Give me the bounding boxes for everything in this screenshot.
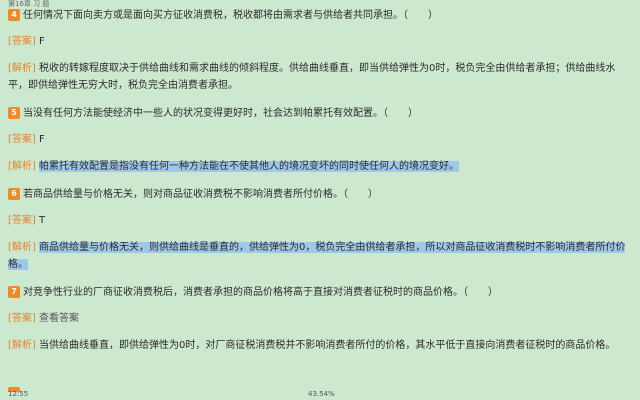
answer-label: [答案] bbox=[8, 36, 36, 47]
analysis-text: 税收的转嫁程度取决于供给曲线和需求曲线的倾斜程度。供给曲线垂直，即当供给弹性为0… bbox=[8, 63, 616, 91]
answer-4: [答案] F bbox=[8, 34, 630, 50]
answer-label: [答案] bbox=[8, 313, 36, 324]
answer-7: [答案] 查看答案 bbox=[8, 311, 630, 327]
analysis-7: [解析] 当供给曲线垂直，即供给弹性为0时，对厂商征税消费税并不影响消费者所付的… bbox=[8, 337, 630, 354]
question-5: 5 当没有任何方法能使经济中一些人的状况变得更好时，社会达到帕累托有效配置。（ ） bbox=[8, 106, 630, 122]
answer-label: [答案] bbox=[8, 215, 36, 226]
analysis-label: [解析] bbox=[8, 340, 36, 351]
answer-label: [答案] bbox=[8, 134, 36, 145]
answer-value: T bbox=[39, 215, 46, 226]
analysis-5: [解析] 帕累托有效配置是指没有任何一种方法能在不使其他人的境况变坏的同时使任何… bbox=[8, 158, 630, 175]
reading-progress: 43.54% bbox=[308, 390, 335, 398]
question-number-badge: 6 bbox=[8, 188, 20, 200]
question-text: 任何情况下面向卖方或是面向买方征收消费税，税收都将由需求者与供给者共同承担。（ … bbox=[23, 10, 438, 21]
question-6: 6 若商品供给量与价格无关，则对商品征收消费税不影响消费者所付价格。（ ） bbox=[8, 187, 630, 203]
question-number-badge: 4 bbox=[8, 9, 20, 21]
question-number-badge: 5 bbox=[8, 107, 20, 119]
analysis-4: [解析] 税收的转嫁程度取决于供给曲线和需求曲线的倾斜程度。供给曲线垂直，即当供… bbox=[8, 60, 630, 94]
reader-content[interactable]: 4 任何情况下面向卖方或是面向买方征收消费税，税收都将由需求者与供给者共同承担。（… bbox=[8, 8, 630, 386]
analysis-6: [解析] 商品供给量与价格无关，则供给曲线是垂直的，供给弹性为0，税负完全由供给… bbox=[8, 239, 630, 273]
question-text: 当没有任何方法能使经济中一些人的状况变得更好时，社会达到帕累托有效配置。（ ） bbox=[23, 108, 418, 119]
analysis-label: [解析] bbox=[8, 242, 36, 253]
analysis-text-highlighted[interactable]: 帕累托有效配置是指没有任何一种方法能在不使其他人的境况变坏的同时使任何人的境况变… bbox=[39, 161, 459, 172]
status-bar: 12:55 43.54% bbox=[0, 388, 640, 400]
answer-5: [答案] F bbox=[8, 132, 630, 148]
analysis-text: 当供给曲线垂直，即供给弹性为0时，对厂商征税消费税并不影响消费者所付的价格，其水… bbox=[39, 340, 616, 351]
analysis-label: [解析] bbox=[8, 161, 36, 172]
question-4: 4 任何情况下面向卖方或是面向买方征收消费税，税收都将由需求者与供给者共同承担。（… bbox=[8, 8, 630, 24]
question-text: 对竞争性行业的厂商征收消费税后，消费者承担的商品价格将高于直接对消费者征税时的商… bbox=[23, 287, 498, 298]
answer-value: F bbox=[39, 36, 45, 47]
answer-6: [答案] T bbox=[8, 213, 630, 229]
question-text: 若商品供给量与价格无关，则对商品征收消费税不影响消费者所付价格。（ ） bbox=[23, 189, 378, 200]
question-7: 7 对竞争性行业的厂商征收消费税后，消费者承担的商品价格将高于直接对消费者征税时的… bbox=[8, 285, 630, 301]
question-number-badge: 7 bbox=[8, 286, 20, 298]
analysis-label: [解析] bbox=[8, 63, 36, 74]
analysis-text-highlighted[interactable]: 商品供给量与价格无关，则供给曲线是垂直的，供给弹性为0，税负完全由供给者承担，所… bbox=[8, 242, 626, 270]
clock-time: 12:55 bbox=[8, 390, 29, 398]
show-answer-link[interactable]: 查看答案 bbox=[39, 313, 79, 324]
answer-value: F bbox=[39, 134, 45, 145]
